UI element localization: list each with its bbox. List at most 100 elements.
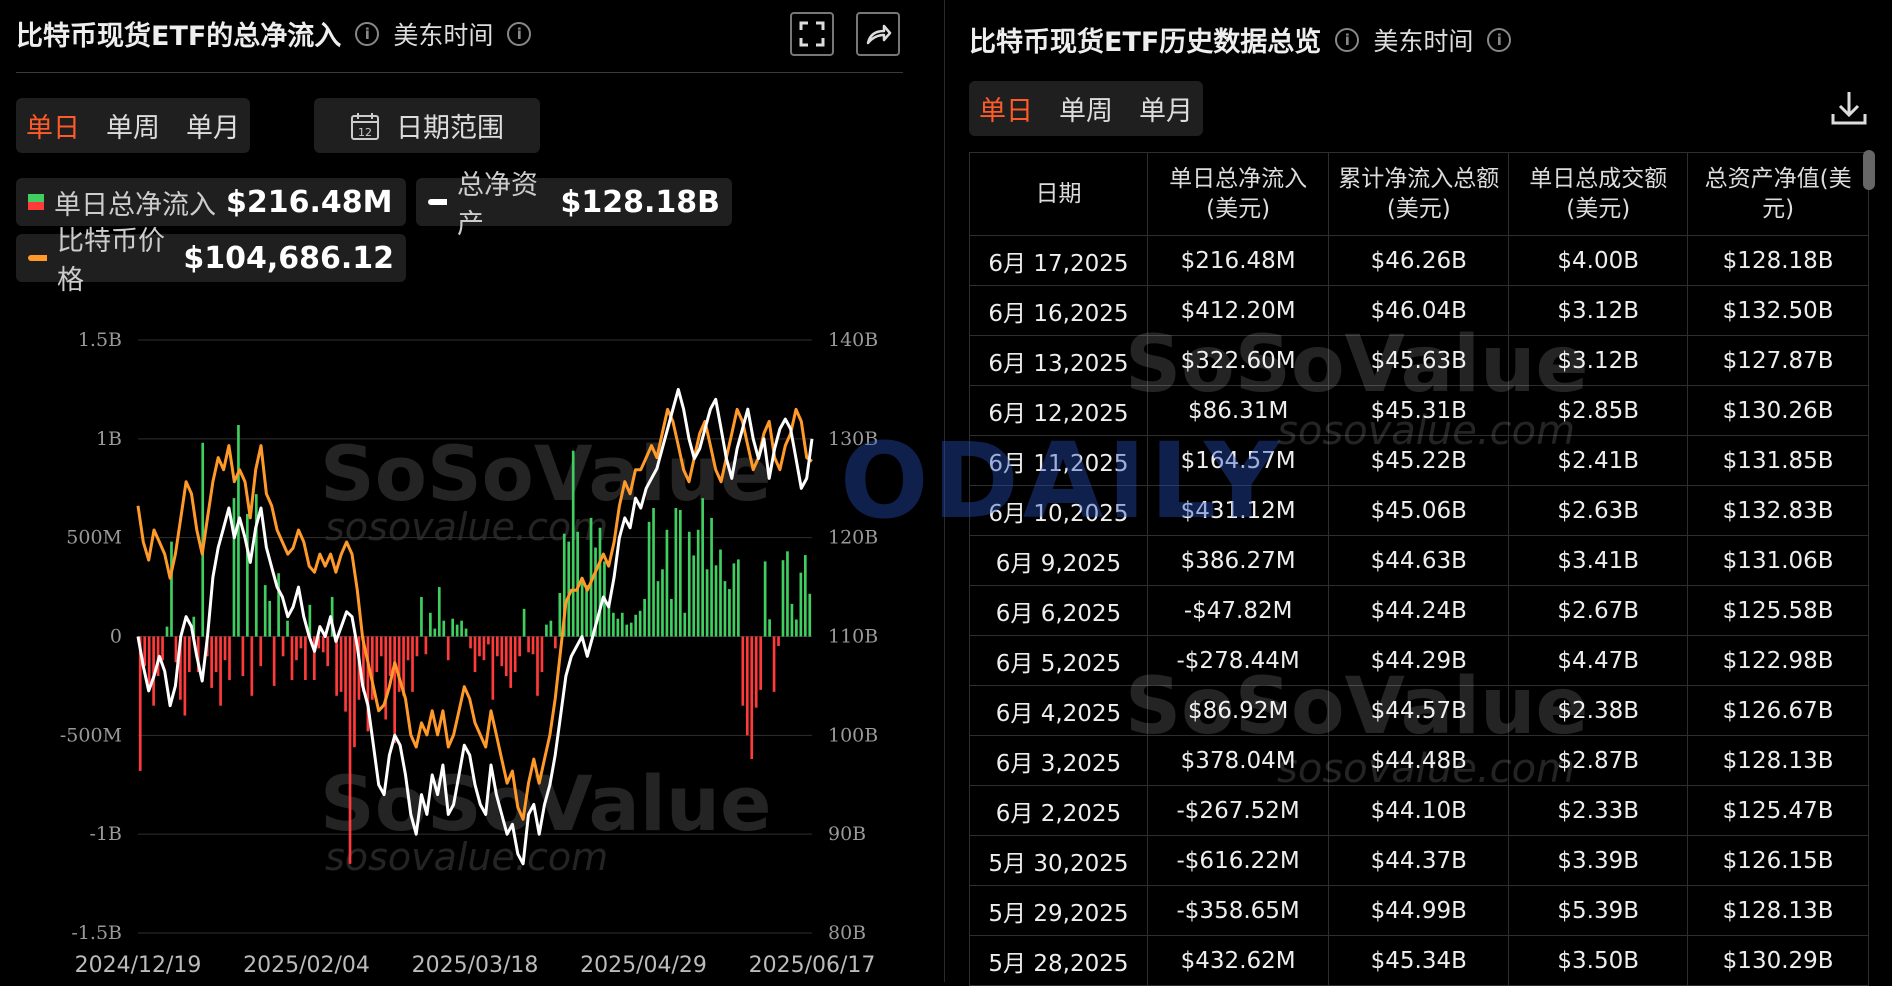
column-header[interactable]: 单日总成交额(美元) — [1508, 152, 1689, 236]
inflow-bar — [451, 618, 455, 637]
inflow-bar — [491, 636, 495, 700]
date-cell: 5月 28,2025 — [969, 935, 1148, 986]
volume-cell: $2.85B — [1508, 385, 1689, 436]
net-assets-cell: $128.18B — [1687, 235, 1869, 286]
table-scrollbar[interactable] — [1863, 150, 1875, 190]
inflow-bar — [482, 636, 486, 661]
tab-daily[interactable]: 单日 — [979, 89, 1033, 128]
y-left-tick-label: 1B — [96, 428, 122, 450]
inflow-bar — [254, 494, 258, 637]
inflow-bar — [670, 598, 673, 637]
net-assets-cell: $125.47B — [1687, 785, 1869, 836]
inflow-bar — [638, 610, 642, 637]
cumulative-inflow-cell: $44.57B — [1328, 685, 1510, 736]
info-icon[interactable]: i — [1335, 27, 1360, 52]
inflow-bar — [433, 628, 437, 637]
inflow-bar — [728, 589, 731, 637]
volume-cell: $3.41B — [1508, 535, 1689, 586]
table-row: 6月 4,2025 $86.92M $44.57B $2.38B $126.67B — [969, 685, 1869, 736]
cumulative-inflow-cell: $44.48B — [1328, 735, 1510, 786]
inflow-bar — [299, 636, 303, 649]
table-row: 5月 30,2025 -$616.22M $44.37B $3.39B $126.15B — [969, 835, 1869, 886]
net-inflow-cell: $386.27M — [1146, 535, 1330, 586]
inflow-bar — [228, 636, 231, 680]
inflow-bar — [384, 636, 388, 720]
net-assets-cell: $131.85B — [1687, 435, 1869, 486]
tab-monthly[interactable]: 单月 — [1139, 89, 1193, 128]
net-inflow-cell: $164.57M — [1146, 435, 1330, 486]
inflow-bar — [745, 636, 749, 736]
inflow-bar — [598, 527, 602, 637]
inflow-bar — [545, 624, 548, 637]
inflow-bar — [295, 636, 298, 661]
cumulative-inflow-cell: $45.31B — [1328, 385, 1510, 436]
etf-flow-chart: SoSoValuesosovalue.comSoSoValuesosovalue… — [60, 329, 878, 978]
x-tick-label: 2025/02/04 — [243, 953, 370, 978]
column-header[interactable]: 单日总净流入(美元) — [1146, 152, 1330, 236]
date-cell: 6月 2,2025 — [969, 785, 1148, 836]
volume-cell: $2.38B — [1508, 685, 1689, 736]
volume-cell: $3.12B — [1508, 285, 1689, 336]
y-right-tick-label: 120B — [828, 527, 878, 549]
right-timezone: 美东时间 — [1373, 26, 1474, 56]
cumulative-inflow-cell: $45.22B — [1328, 435, 1510, 486]
inflow-bar — [495, 636, 499, 657]
table-row: 6月 13,2025 $322.60M $45.63B $3.12B $127.87B — [969, 335, 1869, 386]
inflow-bar — [710, 517, 713, 637]
column-header[interactable]: 总资产净值(美元) — [1687, 152, 1869, 236]
table-row: 5月 28,2025 $432.62M $45.34B $3.50B $130.29B — [969, 935, 1869, 986]
inflow-bar — [286, 620, 289, 637]
inflow-bar — [705, 569, 709, 637]
info-icon[interactable]: i — [1487, 27, 1512, 52]
cumulative-inflow-cell: $46.26B — [1328, 235, 1510, 286]
inflow-bar — [808, 593, 812, 637]
inflow-bar — [737, 559, 740, 637]
cumulative-inflow-cell: $44.99B — [1328, 885, 1510, 936]
inflow-bar — [674, 508, 678, 637]
inflow-bar — [232, 498, 236, 637]
volume-cell: $2.87B — [1508, 735, 1689, 786]
inflow-bar — [549, 620, 553, 637]
date-cell: 6月 3,2025 — [969, 735, 1148, 786]
inflow-bar — [665, 529, 669, 637]
table-row: 6月 11,2025 $164.57M $45.22B $2.41B $131.85B — [969, 435, 1869, 486]
column-header[interactable]: 日期 — [969, 152, 1148, 236]
tab-weekly[interactable]: 单周 — [1059, 89, 1113, 128]
inflow-bar — [683, 612, 687, 637]
net-inflow-cell: -$616.22M — [1146, 835, 1330, 886]
inflow-bar — [174, 636, 178, 663]
inflow-bar — [536, 636, 539, 696]
inflow-bar — [558, 593, 562, 637]
inflow-bar — [509, 636, 513, 688]
inflow-bar — [803, 555, 807, 637]
inflow-bar — [678, 509, 682, 637]
y-right-tick-label: 90B — [828, 823, 866, 845]
download-icon[interactable] — [1829, 88, 1869, 132]
net-inflow-cell: $86.92M — [1146, 685, 1330, 736]
volume-cell: $2.67B — [1508, 585, 1689, 636]
inflow-bar — [754, 636, 758, 708]
inflow-bar — [781, 560, 785, 637]
inflow-bar — [165, 626, 169, 637]
inflow-bar — [571, 450, 575, 637]
cumulative-inflow-cell: $44.37B — [1328, 835, 1510, 886]
inflow-bar — [768, 619, 771, 637]
inflow-bar — [437, 587, 441, 637]
net-assets-cell: $130.29B — [1687, 935, 1869, 986]
inflow-bar — [469, 636, 472, 649]
y-right-tick-label: 130B — [828, 428, 878, 450]
inflow-bar — [692, 555, 696, 637]
inflow-bar — [652, 508, 655, 637]
column-header[interactable]: 累计净流入总额(美元) — [1328, 152, 1510, 236]
inflow-bar — [464, 628, 468, 637]
inflow-bar — [161, 636, 164, 661]
net-inflow-cell: $431.12M — [1146, 485, 1330, 536]
inflow-bar — [442, 620, 446, 637]
inflow-bar — [304, 636, 307, 680]
inflow-bar — [629, 622, 633, 637]
inflow-bar — [210, 636, 213, 688]
y-left-tick-label: -1B — [90, 823, 122, 845]
inflow-bar — [580, 577, 584, 637]
right-panel-header: 比特币现货ETF历史数据总览 i 美东时间 i — [969, 20, 1512, 59]
net-inflow-cell: $432.62M — [1146, 935, 1330, 986]
